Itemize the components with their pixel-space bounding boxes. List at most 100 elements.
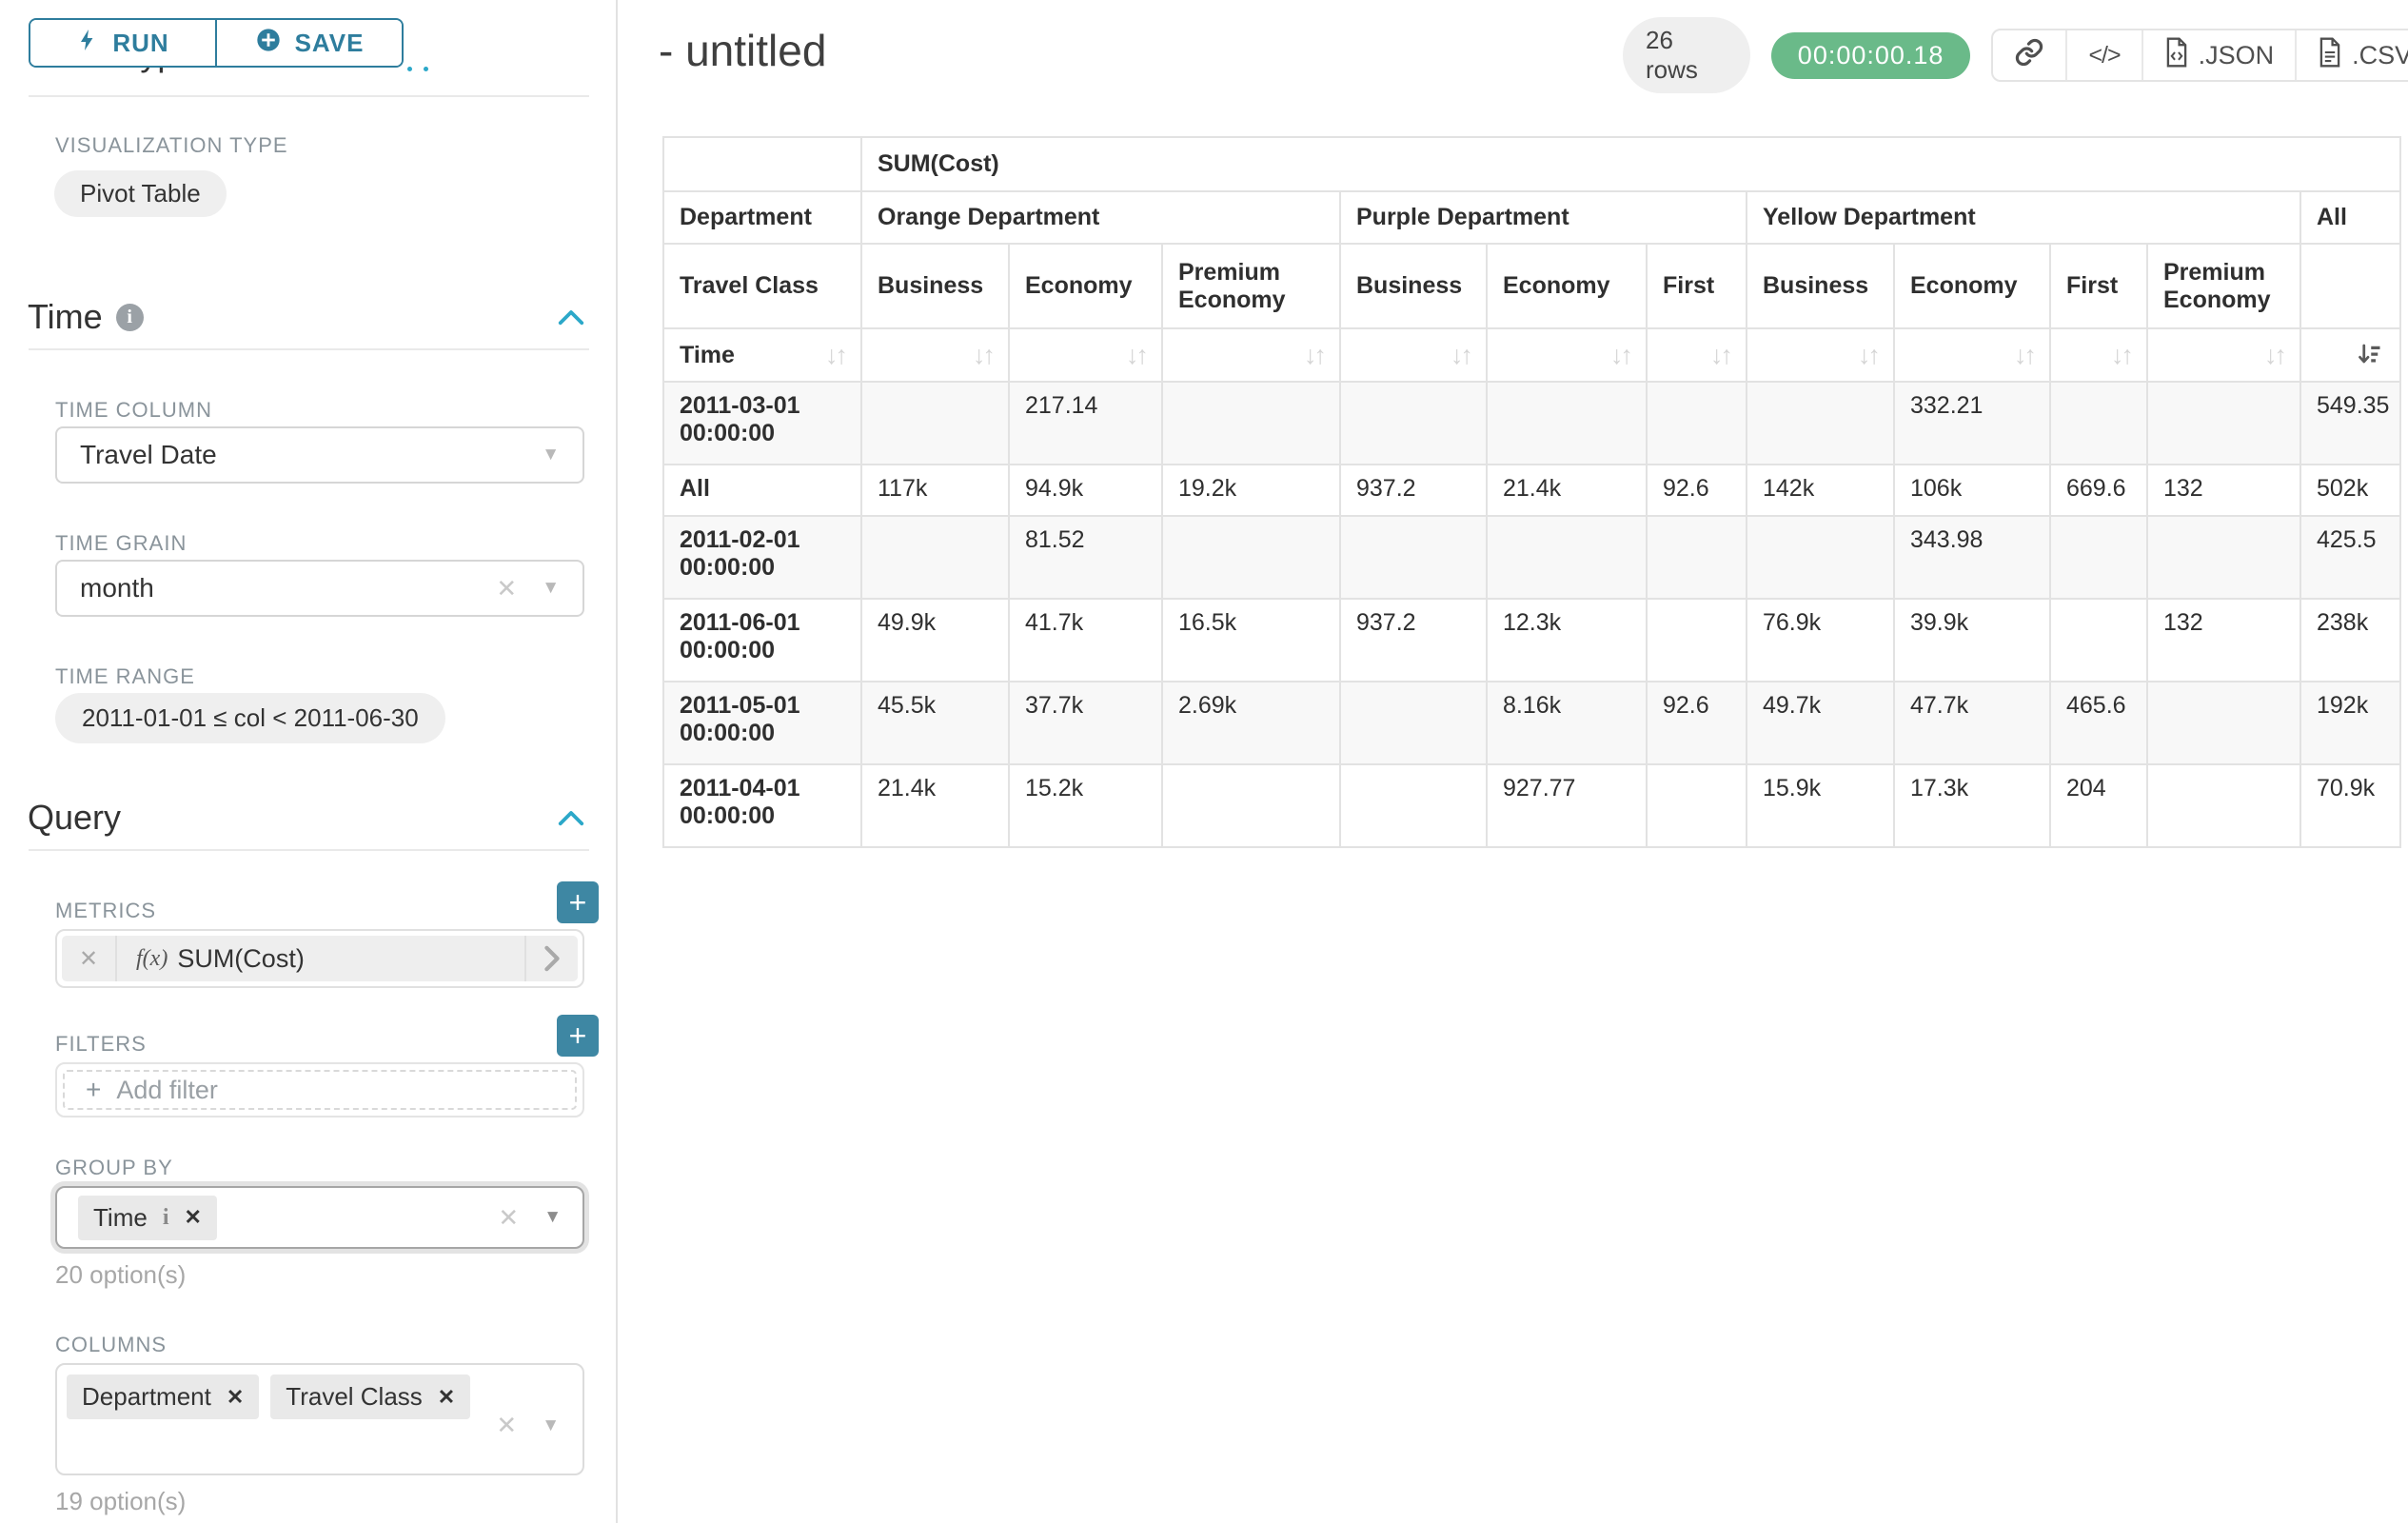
add-filter-plus-button[interactable]: + bbox=[557, 1015, 599, 1057]
time-grain-select[interactable]: month ✕ ▼ bbox=[55, 560, 584, 617]
cell: 45.5k bbox=[861, 682, 1009, 764]
cell bbox=[1647, 516, 1747, 599]
table-row: 2011-03-01 00:00:00 217.14 332.21 549.35 bbox=[663, 382, 2400, 465]
table-row-all: All 117k 94.9k 19.2k 937.2 21.4k 92.6 14… bbox=[663, 465, 2400, 516]
chip-remove-x-icon[interactable]: ✕ bbox=[227, 1385, 244, 1410]
collapse-chevron-up-icon[interactable] bbox=[557, 807, 585, 833]
row-label: 2011-05-01 00:00:00 bbox=[663, 682, 861, 764]
cell: 142k bbox=[1747, 465, 1894, 516]
sort-toggle-icon[interactable]: ↓↑ bbox=[2066, 341, 2131, 370]
cell: 39.9k bbox=[1894, 599, 2050, 682]
remove-metric-x-icon[interactable]: ✕ bbox=[62, 936, 117, 981]
link-icon bbox=[2014, 37, 2044, 74]
time-column-select[interactable]: Travel Date ▼ bbox=[55, 426, 584, 484]
share-link-button[interactable] bbox=[1993, 30, 2065, 80]
view-query-button[interactable]: </> bbox=[2065, 30, 2141, 80]
cell: 92.6 bbox=[1647, 682, 1747, 764]
sort-toggle-icon[interactable]: ↓↑ bbox=[1356, 341, 1470, 370]
row-label: 2011-06-01 00:00:00 bbox=[663, 599, 861, 682]
clear-x-icon[interactable]: ✕ bbox=[498, 1203, 519, 1233]
info-icon: i bbox=[116, 304, 144, 331]
lightning-icon bbox=[76, 26, 99, 61]
sort-desc-active-icon[interactable] bbox=[2317, 341, 2384, 369]
sort-toggle-icon[interactable]: ↓↑ bbox=[825, 341, 845, 370]
sort-cell: ↓↑ bbox=[861, 328, 1009, 382]
add-filter-button[interactable]: + Add filter bbox=[63, 1070, 577, 1110]
add-filter-label: Add filter bbox=[116, 1076, 218, 1105]
cell bbox=[1487, 382, 1647, 465]
sort-toggle-icon[interactable]: ↓↑ bbox=[1910, 341, 2034, 370]
chip-label: Department bbox=[82, 1382, 211, 1412]
row-label: 2011-03-01 00:00:00 bbox=[663, 382, 861, 465]
plus-circle-icon bbox=[255, 27, 282, 60]
time-grain-value: month bbox=[80, 573, 154, 603]
add-metric-button[interactable]: + bbox=[557, 881, 599, 923]
cell bbox=[1162, 764, 1340, 847]
caret-down-icon[interactable]: ▼ bbox=[543, 1207, 562, 1228]
columns-chip-department[interactable]: Department ✕ bbox=[67, 1375, 259, 1419]
row-count-badge: 26 rows bbox=[1623, 17, 1750, 93]
metric-chip[interactable]: ✕ f(x) SUM(Cost) bbox=[62, 936, 578, 981]
table-row: 2011-06-01 00:00:00 49.9k 41.7k 16.5k 93… bbox=[663, 599, 2400, 682]
query-section-title[interactable]: Query bbox=[28, 798, 121, 838]
save-button[interactable]: SAVE bbox=[215, 20, 402, 66]
sort-toggle-icon[interactable]: ↓↑ bbox=[1178, 341, 1324, 370]
cell: 94.9k bbox=[1009, 465, 1162, 516]
cell: 937.2 bbox=[1340, 599, 1487, 682]
class-col: First bbox=[2050, 244, 2147, 328]
columns-select[interactable]: Department ✕ Travel Class ✕ ✕ ▼ bbox=[55, 1363, 584, 1475]
cell: 92.6 bbox=[1647, 465, 1747, 516]
cell: 192k bbox=[2300, 682, 2400, 764]
groupby-select[interactable]: Time i ✕ ✕ ▼ bbox=[55, 1186, 584, 1249]
chip-remove-x-icon[interactable]: ✕ bbox=[184, 1205, 201, 1230]
divider bbox=[29, 95, 589, 97]
query-timer-badge: 00:00:00.18 bbox=[1771, 32, 1971, 79]
pivot-table-container: SUM(Cost) Department Orange Department P… bbox=[662, 136, 2401, 848]
groupby-options-count: 20 option(s) bbox=[55, 1260, 186, 1290]
sort-toggle-icon[interactable]: ↓↑ bbox=[878, 341, 993, 370]
table-row: 2011-04-01 00:00:00 21.4k 15.2k 927.77 1… bbox=[663, 764, 2400, 847]
sort-toggle-icon[interactable]: ↓↑ bbox=[1663, 341, 1730, 370]
time-section-title[interactable]: Time i bbox=[28, 297, 144, 337]
time-range-value[interactable]: 2011-01-01 ≤ col < 2011-06-30 bbox=[55, 693, 445, 743]
time-grain-label: TIME GRAIN bbox=[55, 531, 187, 556]
caret-down-icon[interactable]: ▼ bbox=[542, 445, 560, 465]
cell bbox=[1747, 516, 1894, 599]
travel-class-header-row: Travel Class Business Economy Premium Ec… bbox=[663, 244, 2400, 328]
cell bbox=[1162, 382, 1340, 465]
groupby-chip-time[interactable]: Time i ✕ bbox=[78, 1196, 217, 1240]
cell: 12.3k bbox=[1487, 599, 1647, 682]
clear-x-icon[interactable]: ✕ bbox=[496, 1411, 517, 1440]
cell: 465.6 bbox=[2050, 682, 2147, 764]
sort-toggle-icon[interactable]: ↓↑ bbox=[1503, 341, 1630, 370]
chart-title[interactable]: - untitled bbox=[659, 25, 826, 76]
cell: 425.5 bbox=[2300, 516, 2400, 599]
visualization-type-value[interactable]: Pivot Table bbox=[54, 170, 227, 217]
sort-toggle-icon[interactable]: ↓↑ bbox=[1025, 341, 1146, 370]
clear-x-icon[interactable]: ✕ bbox=[496, 574, 517, 603]
dept-group-all: All bbox=[2300, 191, 2400, 244]
caret-down-icon[interactable]: ▼ bbox=[542, 578, 560, 599]
export-json-button[interactable]: .JSON bbox=[2142, 30, 2296, 80]
sort-toggle-icon[interactable]: ↓↑ bbox=[1763, 341, 1878, 370]
sort-toggle-icon[interactable]: ↓↑ bbox=[2163, 341, 2284, 370]
export-csv-button[interactable]: .CSV bbox=[2295, 30, 2408, 80]
caret-down-icon[interactable]: ▼ bbox=[542, 1415, 560, 1436]
class-col-all-empty bbox=[2300, 244, 2400, 328]
time-axis-label: Time bbox=[680, 342, 735, 369]
run-button[interactable]: RUN bbox=[30, 20, 215, 66]
collapse-chevron-up-icon[interactable] bbox=[557, 307, 585, 332]
department-axis-label: Department bbox=[663, 191, 861, 244]
cell: 343.98 bbox=[1894, 516, 2050, 599]
cell: 76.9k bbox=[1747, 599, 1894, 682]
cell bbox=[1340, 382, 1487, 465]
class-col: Premium Economy bbox=[1162, 244, 1340, 328]
class-col: Premium Economy bbox=[2147, 244, 2300, 328]
columns-chip-travel-class[interactable]: Travel Class ✕ bbox=[270, 1375, 470, 1419]
sort-cell: ↓↑ bbox=[1009, 328, 1162, 382]
cell bbox=[1747, 382, 1894, 465]
plus-icon: + bbox=[86, 1075, 101, 1105]
export-csv-label: .CSV bbox=[2352, 41, 2408, 70]
open-metric-chevron-icon[interactable] bbox=[524, 936, 578, 981]
chip-remove-x-icon[interactable]: ✕ bbox=[438, 1385, 455, 1410]
